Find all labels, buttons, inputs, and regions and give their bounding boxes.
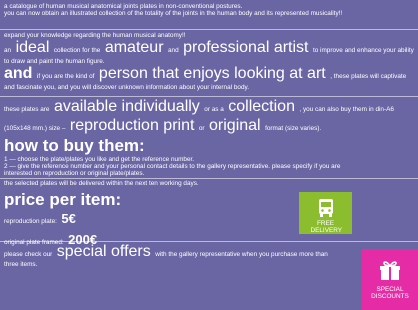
amateur-text: amateur <box>104 39 164 57</box>
professional-artist-text: professional artist <box>183 39 309 57</box>
free-delivery-label: FREE DELIVERY <box>310 220 343 235</box>
expand-line-4: and fascinate you, and you will discover… <box>4 83 249 91</box>
repro-value: 5€ <box>61 210 76 226</box>
plates-are-text: these plates are <box>4 106 50 113</box>
reproduction-print-text: reproduction print <box>69 117 195 135</box>
ideal-text: ideal <box>15 39 50 57</box>
offers-tail-text: with the gallery representative when you… <box>155 251 328 258</box>
improve-text: to improve and enhance your ability <box>312 47 414 55</box>
an-text: an <box>4 47 12 55</box>
expand-section: expand your knowledge regarding the huma… <box>0 32 418 91</box>
availability-section: these plates are available individually … <box>0 98 418 136</box>
person-enjoys-art-text: person that enjoys looking at art <box>98 65 326 83</box>
expand-lead: expand your knowledge regarding the huma… <box>4 32 186 39</box>
how-to-buy-section: how to buy them: 1 — choose the plate/pl… <box>0 136 418 178</box>
collection-for-text: collection for the <box>53 47 101 55</box>
repro-label: reproduction plate: <box>4 217 57 225</box>
divider <box>0 96 418 97</box>
captivate-text: , these plates will captivate <box>330 73 407 81</box>
step-2: 2 — give the reference number and your p… <box>4 162 341 170</box>
intro-line-2: you can now obtain an illustrated collec… <box>4 10 343 18</box>
offers-section: please check our special offers with the… <box>0 243 365 269</box>
special-offers-text: special offers <box>56 243 151 260</box>
collection-text: collection <box>228 98 295 115</box>
delivery-note: the selected plates will be delivered wi… <box>4 180 199 187</box>
format-text: format (size varies). <box>265 125 322 133</box>
if-kind-text: if you are the kind of <box>36 73 95 81</box>
expand-line-3: and if you are the kind of person that e… <box>4 65 414 83</box>
step-2b: interested on reproduction or original p… <box>4 170 145 178</box>
and-text: and <box>167 47 179 55</box>
offers-line-2: three items. <box>4 261 38 269</box>
divider <box>0 241 418 242</box>
original-text: original <box>209 117 261 135</box>
intro-line-1: a catalogue of human musical anatomical … <box>4 3 243 10</box>
expand-line-2: to draw and paint the human figure. <box>4 57 105 65</box>
din-a6-text: , you can also buy them in din-A6 <box>299 106 394 113</box>
divider <box>0 178 418 179</box>
and-big-text: and <box>4 65 33 83</box>
step-1: 1 — choose the plate/plates you like and… <box>4 155 195 163</box>
free-delivery-badge: FREE DELIVERY <box>299 192 352 234</box>
expand-line-1: an ideal collection for the amateur and … <box>4 39 414 57</box>
special-discounts-badge: SPECIAL DISCOUNTS <box>362 249 418 310</box>
divider <box>0 29 418 30</box>
bus-icon <box>299 198 352 220</box>
intro-section: a catalogue of human musical anatomical … <box>0 3 418 18</box>
gift-icon <box>362 257 418 283</box>
availability-line-1: these plates are available individually … <box>4 98 414 116</box>
or-as-text: or as a <box>204 106 224 113</box>
how-to-buy-title: how to buy them: <box>4 136 145 155</box>
check-our-text: please check our <box>4 251 53 258</box>
offers-line-1: please check our special offers with the… <box>4 243 361 261</box>
or-text: or <box>198 125 205 133</box>
available-individually-text: available individually <box>53 98 200 115</box>
special-discounts-label: SPECIAL DISCOUNTS <box>371 286 409 301</box>
size-text: (105x148 mm.) size – <box>4 125 66 133</box>
repro-price-row: reproduction plate: 5€ <box>4 210 296 228</box>
price-title: price per item: <box>4 190 122 209</box>
availability-line-2: (105x148 mm.) size – reproduction print … <box>4 117 414 135</box>
